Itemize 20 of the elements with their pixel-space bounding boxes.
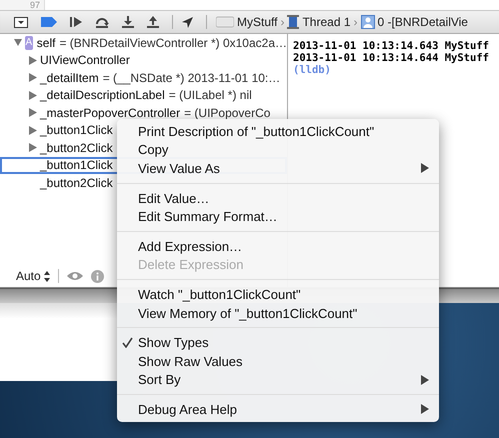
variable-value: = (BNRDetailViewController *) 0x10ac2a… <box>59 36 287 50</box>
console-prompt: (lldb) <box>293 64 332 76</box>
variable-name: _masterPopoverController <box>40 106 180 120</box>
variable-name: _detailItem <box>40 70 99 85</box>
line-number: 97 <box>30 1 40 10</box>
variable-name: _button2Click <box>40 140 113 155</box>
console-line: 2013-11-01 10:13:14.643 MyStuff <box>293 40 490 52</box>
variable-value: = (UILabel *) nil <box>168 88 252 102</box>
variable-name: UIViewController <box>40 53 130 68</box>
variable-name: _button1Click <box>40 158 113 172</box>
variable-name: self <box>36 36 56 50</box>
console-line: 2013-11-01 10:13:14.644 MyStuff <box>293 52 490 64</box>
type-badge: A <box>25 36 33 50</box>
variable-value: = (UIPopoverCo <box>184 106 270 120</box>
variable-name: _button1Click <box>40 123 113 138</box>
chevron: › <box>354 15 358 29</box>
variable-value: = (__NSDate *) 2013-11-01 10:… <box>102 70 280 85</box>
variable-name: _button2Click <box>40 176 113 190</box>
chevron: › <box>280 15 284 29</box>
variable-name: _detailDescriptionLabel <box>40 88 165 102</box>
